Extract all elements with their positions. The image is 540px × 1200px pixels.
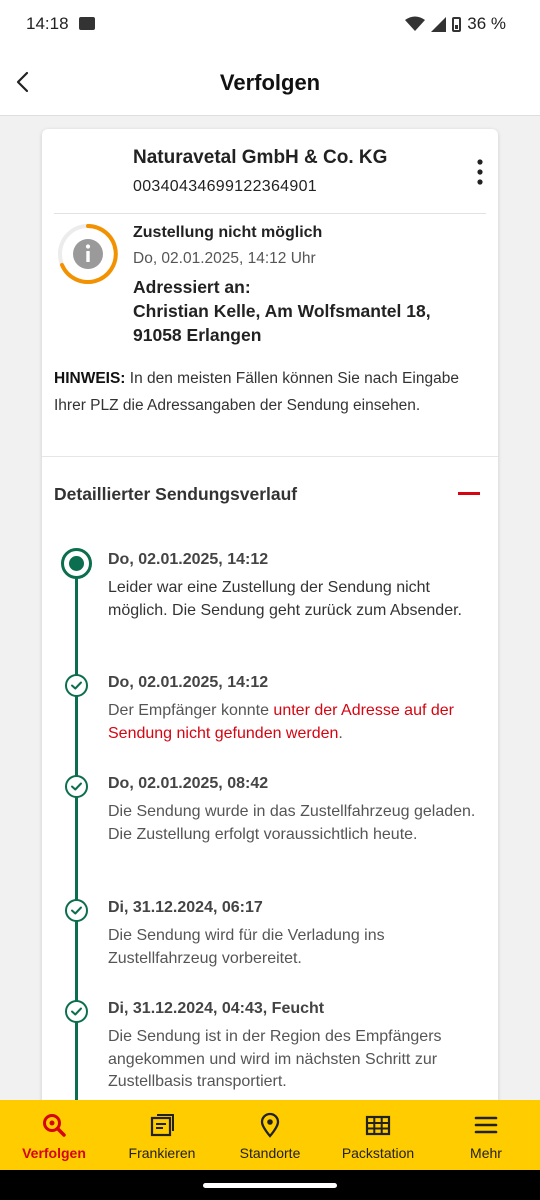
more-options-icon[interactable] [472,157,488,187]
address-line-2: 91058 Erlangen [133,325,262,345]
nav-verfolgen[interactable]: Verfolgen [0,1100,108,1170]
nav-label: Mehr [470,1145,502,1161]
hint-label: HINWEIS: [54,370,126,387]
status-indicators: 36 % [405,14,506,34]
battery-icon [452,16,462,32]
check-icon [65,899,88,922]
mail-notification-icon [79,17,95,30]
nav-standorte[interactable]: Standorte [216,1100,324,1170]
address-label: Adressiert an: [133,277,251,297]
status-time: 14:18 [26,14,69,33]
event-text-prefix: Der Empfänger konnte [108,702,274,719]
divider [42,456,498,457]
status-timestamp: Do, 02.01.2025, 14:12 Uhr [133,250,316,267]
event-text: Die Sendung ist in der Region des Empfän… [108,1028,442,1090]
event-text: Die Sendung wurde in das Zustellfahrzeug… [108,803,476,843]
app-bar: Verfolgen [0,48,540,116]
wifi-icon [405,16,426,31]
nav-packstation[interactable]: Packstation [324,1100,432,1170]
check-icon [65,1000,88,1023]
event-date: Do, 02.01.2025, 14:12 [108,674,269,691]
recipient-address: Adressiert an: Christian Kelle, Am Wolfs… [133,275,483,347]
shipment-card: Naturavetal GmbH & Co. KG 00340434699122… [42,129,498,1129]
tracking-number: 00340434699122364901 [133,178,317,195]
nav-label: Packstation [341,1145,415,1161]
history-section-title[interactable]: Detaillierter Sendungsverlauf [54,484,297,505]
nav-mehr[interactable]: Mehr [432,1100,540,1170]
event-text: Die Sendung wird für die Verladung ins Z… [108,927,385,967]
timeline-line [75,569,78,1129]
check-icon [65,775,88,798]
address-line-1: Christian Kelle, Am Wolfsmantel 18, [133,301,431,321]
event-text-suffix: . [338,724,343,742]
system-status-bar: 14:18 36 % [0,0,540,48]
search-icon [43,1114,66,1137]
event-date: Di, 31.12.2024, 04:43, Feucht [108,1000,325,1017]
page-title: Verfolgen [219,70,321,95]
divider [54,213,486,214]
hamburger-menu-icon [474,1116,498,1134]
stamp-icon [150,1114,174,1137]
location-pin-icon [260,1112,280,1138]
collapse-minus-icon[interactable] [458,485,480,501]
info-status-icon [58,224,118,284]
event-text: Der Empfänger konnte unter der Adresse a… [108,700,483,745]
system-gesture-area [0,1170,540,1200]
nav-label: Standorte [239,1145,301,1161]
packstation-icon [365,1115,391,1136]
cell-signal-icon [431,16,447,32]
home-gesture-bar[interactable] [203,1183,337,1188]
nav-frankieren[interactable]: Frankieren [108,1100,216,1170]
timeline-current-dot [61,548,92,579]
nav-label: Verfolgen [22,1145,86,1161]
sender-name: Naturavetal GmbH & Co. KG [133,147,388,168]
hint-text: HINWEIS: In den meisten Fällen können Si… [54,366,474,419]
check-icon [65,674,88,697]
event-date: Do, 02.01.2025, 14:12 [108,551,269,568]
delivery-status: Zustellung nicht möglich [133,224,323,241]
battery-percent: 36 % [467,14,506,33]
event-date: Do, 02.01.2025, 08:42 [108,775,269,792]
bottom-navigation: Verfolgen Frankieren Standorte Packstati… [0,1100,540,1170]
nav-label: Frankieren [128,1145,196,1161]
event-date: Di, 31.12.2024, 06:17 [108,899,263,916]
event-text: Leider war eine Zustellung der Sendung n… [108,579,462,619]
